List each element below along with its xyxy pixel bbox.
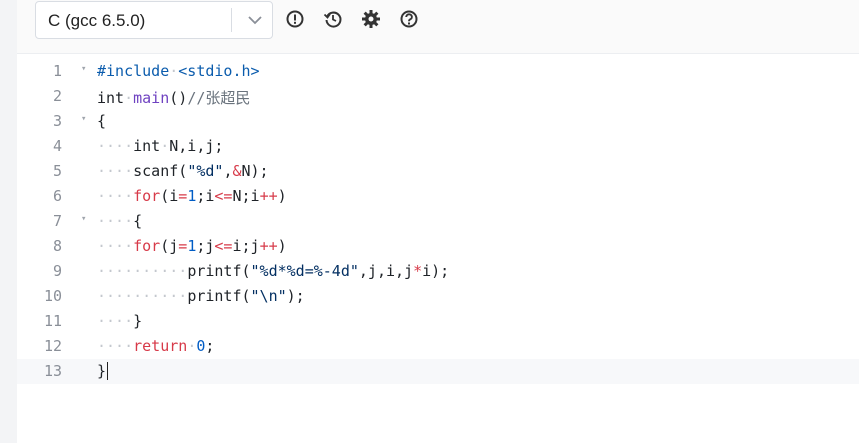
token: <= <box>214 187 233 205</box>
fold-toggle-icon[interactable]: ▾ <box>81 64 86 74</box>
token: } <box>97 362 107 380</box>
token: "%d*%d=%-4d" <box>250 262 359 280</box>
token: { <box>133 212 143 230</box>
code-line: 9 ··········printf("%d*%d=%-4d",j,i,j*i)… <box>17 259 859 284</box>
token: ); <box>286 287 305 305</box>
code-text: ····return·0; <box>97 337 215 355</box>
line-number: 1 <box>52 62 62 80</box>
token: <stdio.h> <box>178 62 260 80</box>
line-number: 6 <box>52 187 62 205</box>
code-editor[interactable]: 1 ▾ #include·<stdio.h> 2 int·main()//张超民… <box>17 54 859 443</box>
text-cursor <box>107 362 109 380</box>
token: main <box>133 89 170 107</box>
code-line: 8 ····for(j=1;j<=i;j++) <box>17 234 859 259</box>
code-text: } <box>97 362 109 380</box>
token: N,i,j; <box>169 137 224 155</box>
line-number: 2 <box>52 87 62 105</box>
token: ) <box>277 237 287 255</box>
token: <= <box>214 237 233 255</box>
left-sidebar-strip <box>0 0 18 443</box>
token: ,j,i,j <box>358 262 414 280</box>
code-line: 5 ····scanf("%d",&N); <box>17 159 859 184</box>
token: & <box>232 162 242 180</box>
code-text: ····for(i=1;i<=N;i++) <box>97 187 287 205</box>
code-text: ····{ <box>97 212 143 230</box>
token: { <box>97 112 107 130</box>
code-text: ··········printf("\n"); <box>97 287 305 305</box>
token: "%d" <box>187 162 224 180</box>
code-line: 7 ▾ ····{ <box>17 209 859 234</box>
fold-toggle-icon[interactable]: ▾ <box>81 114 86 124</box>
code-text: ····int·N,i,j; <box>97 137 224 155</box>
line-number: 12 <box>43 337 62 355</box>
code-line-active: 13 } <box>17 359 859 384</box>
token: ; <box>205 337 215 355</box>
token: ;j <box>196 237 215 255</box>
code-line: 6 ····for(i=1;i<=N;i++) <box>17 184 859 209</box>
line-number: 7 <box>52 212 62 230</box>
token: N); <box>241 162 269 180</box>
line-number: 8 <box>52 237 62 255</box>
token: for <box>133 187 161 205</box>
line-number: 13 <box>43 362 62 380</box>
token: * <box>413 262 423 280</box>
code-line: 1 ▾ #include·<stdio.h> <box>17 59 859 84</box>
token: return <box>133 337 188 355</box>
token: scanf( <box>133 162 188 180</box>
token: printf( <box>187 287 251 305</box>
token: i); <box>422 262 450 280</box>
token: #include <box>97 62 170 80</box>
alert-icon[interactable] <box>285 9 305 29</box>
line-number: 4 <box>52 137 62 155</box>
history-icon[interactable] <box>323 9 343 29</box>
line-number: 11 <box>43 312 62 330</box>
token: i;j <box>232 237 260 255</box>
code-text: ····scanf("%d",&N); <box>97 162 269 180</box>
token: = <box>178 237 188 255</box>
line-number: 10 <box>43 287 62 305</box>
token: int <box>97 89 125 107</box>
settings-icon[interactable] <box>361 9 381 29</box>
token: (i <box>160 187 179 205</box>
code-line: 2 int·main()//张超民 <box>17 84 859 109</box>
token: ;i <box>196 187 215 205</box>
line-number: 5 <box>52 162 62 180</box>
code-text: ····} <box>97 312 143 330</box>
fold-toggle-icon[interactable]: ▾ <box>81 214 86 224</box>
language-select-value: C (gcc 6.5.0) <box>48 11 146 30</box>
token: ++ <box>259 237 278 255</box>
chevron-down-icon[interactable] <box>244 9 266 31</box>
token: 1 <box>187 187 197 205</box>
token: } <box>133 312 143 330</box>
token: ++ <box>259 187 278 205</box>
line-number: 3 <box>52 112 62 130</box>
code-line: 3 ▾ { <box>17 109 859 134</box>
token: 1 <box>187 237 197 255</box>
help-icon[interactable] <box>399 9 419 29</box>
code-line: 10 ··········printf("\n"); <box>17 284 859 309</box>
token: "\n" <box>250 287 287 305</box>
language-select[interactable]: C (gcc 6.5.0) <box>35 1 273 39</box>
code-text: ··········printf("%d*%d=%-4d",j,i,j*i); <box>97 262 450 280</box>
token: for <box>133 237 161 255</box>
token: printf( <box>187 262 251 280</box>
token: () <box>169 89 188 107</box>
code-line: 4 ····int·N,i,j; <box>17 134 859 159</box>
token: N;i <box>232 187 260 205</box>
code-text: int·main()//张超民 <box>97 89 251 107</box>
code-line: 12 ····return·0; <box>17 334 859 359</box>
line-number: 9 <box>52 262 62 280</box>
code-text: { <box>97 112 106 130</box>
token: = <box>178 187 188 205</box>
code-text: #include·<stdio.h> <box>97 62 260 80</box>
token: int <box>133 137 161 155</box>
token: //张超民 <box>187 89 251 107</box>
token: (j <box>160 237 179 255</box>
token: ) <box>277 187 287 205</box>
editor-toolbar: C (gcc 6.5.0) <box>17 0 859 54</box>
code-text: ····for(j=1;j<=i;j++) <box>97 237 287 255</box>
select-divider <box>231 8 232 32</box>
code-line: 11 ····} <box>17 309 859 334</box>
